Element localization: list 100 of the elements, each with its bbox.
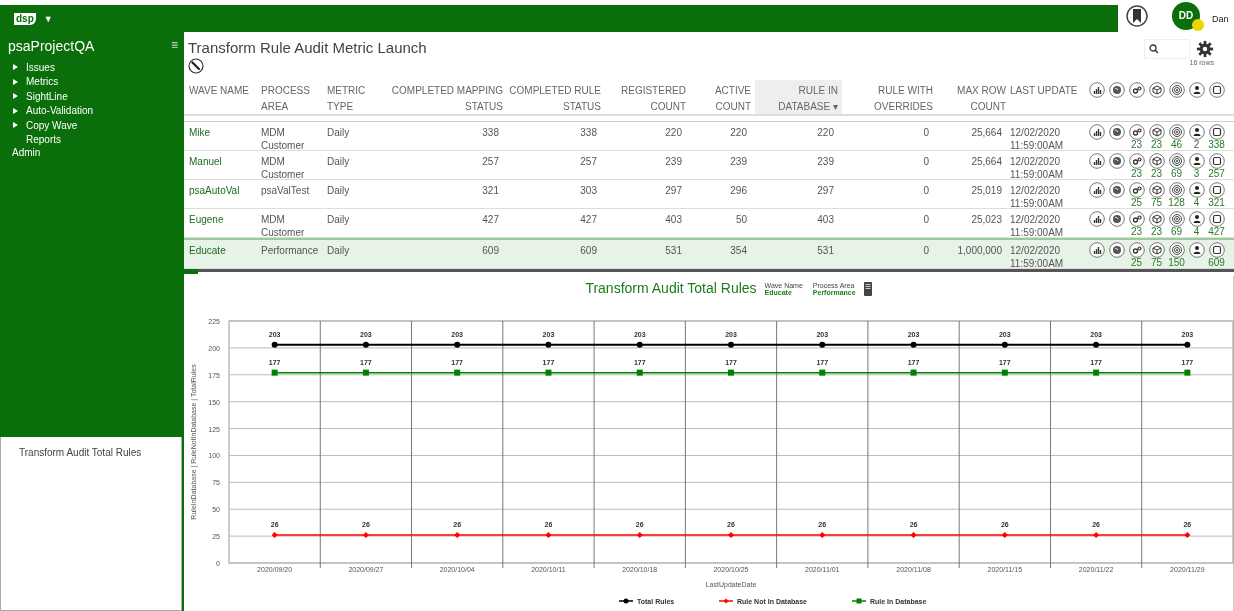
sidebar-item[interactable]: Admin (8, 147, 182, 159)
table-cell-text: Daily (327, 212, 351, 226)
wave-name-link[interactable]: Manuel (189, 150, 261, 168)
bar-chart-icon[interactable] (1088, 241, 1105, 258)
column-header[interactable]: REGISTERED COUNT (605, 79, 690, 115)
table-cell-text: 25,664 (970, 125, 1003, 139)
icon-count: 75 (1150, 257, 1163, 267)
table-cell-text: 220 (816, 125, 835, 139)
gears-icon[interactable] (1128, 123, 1145, 140)
column-header[interactable]: ACTIVE COUNT (690, 79, 755, 115)
cube-icon[interactable] (1148, 210, 1165, 227)
target-icon[interactable] (1168, 241, 1185, 258)
sidebar-item[interactable]: Reports (26, 134, 61, 146)
table-cell-text: 427 (481, 212, 500, 226)
target-icon[interactable] (1168, 152, 1185, 169)
icon-count: 23 (1130, 226, 1143, 236)
icon-count: 257 (1208, 168, 1225, 178)
data-point[interactable] (454, 341, 461, 348)
bar-chart-icon[interactable] (1088, 210, 1105, 227)
wave-name-link[interactable]: Eugene (189, 208, 261, 226)
person-icon[interactable] (1188, 152, 1205, 169)
chart-title: Transform Audit Total Rules (585, 280, 757, 296)
bar-chart-icon[interactable] (1088, 152, 1105, 169)
person-icon[interactable] (1188, 123, 1205, 140)
column-header[interactable]: METRIC TYPE (327, 79, 387, 115)
data-point[interactable] (1093, 341, 1100, 348)
target-icon[interactable] (1168, 210, 1185, 227)
legend-marker-icon (718, 598, 734, 604)
gears-icon[interactable] (1128, 210, 1145, 227)
menu-toggle[interactable]: ≡ (171, 38, 178, 54)
table-row[interactable]: Eugene MDM Customer Daily 427 427 403 50 403 0 25,023 12/02/2020 11:59:00AM 23 23 69 4 427 (184, 208, 1234, 238)
column-header[interactable]: MAX ROW COUNT (937, 79, 1010, 115)
data-point[interactable] (910, 341, 917, 348)
table-cell-text: 297 (816, 183, 835, 197)
column-header[interactable]: LAST UPDATE (1010, 79, 1088, 99)
data-point[interactable] (636, 341, 643, 348)
icon-count: 75 (1150, 197, 1163, 207)
table-cell-text: 239 (729, 154, 748, 168)
cube-icon[interactable] (1148, 241, 1165, 258)
table-cell-text: 12/02/2020 11:59:00AM (1010, 243, 1065, 270)
gears-icon[interactable] (1128, 152, 1145, 169)
sidebar-item[interactable]: Copy Wave (26, 119, 78, 131)
bar-chart-icon[interactable] (1088, 81, 1105, 98)
data-point[interactable] (1184, 341, 1191, 348)
bookmark-icon[interactable] (1126, 4, 1148, 27)
person-icon[interactable] (1188, 181, 1205, 198)
target-icon[interactable] (1168, 81, 1185, 98)
splitter-handle[interactable] (184, 268, 198, 274)
search-field[interactable] (1144, 39, 1190, 59)
column-header[interactable]: PROCESS AREA (261, 79, 327, 115)
column-header[interactable]: RULE WITH OVERRIDES (842, 79, 937, 115)
wave-name-link[interactable]: psaAutoVal (189, 179, 261, 197)
table-row[interactable]: Manuel MDM Customer Daily 257 257 239 239 239 0 25,664 12/02/2020 11:59:00AM 23 23 69 3 257 (184, 150, 1234, 180)
app-menu-caret[interactable]: ▼ (43, 13, 53, 24)
logo[interactable]: dsp (14, 12, 36, 25)
sidebar-item[interactable]: SightLine (26, 90, 68, 102)
icon-count: 23 (1150, 168, 1163, 178)
column-header[interactable]: WAVE NAME (189, 79, 261, 99)
cube-icon[interactable] (1148, 81, 1165, 98)
cube-icon[interactable] (1148, 123, 1165, 140)
person-icon[interactable] (1188, 210, 1205, 227)
cube-icon[interactable] (1148, 152, 1165, 169)
table-cell-text: 25,664 (970, 154, 1003, 168)
table-row[interactable]: Mike MDM Customer Daily 338 338 220 220 220 0 25,664 12/02/2020 11:59:00AM 23 23 46 2 338 (184, 121, 1234, 151)
data-point[interactable] (728, 341, 734, 348)
data-point[interactable] (362, 341, 369, 348)
cube-icon[interactable] (1148, 181, 1165, 198)
person-icon[interactable] (1188, 81, 1205, 98)
data-point[interactable] (545, 341, 552, 348)
wave-name-link[interactable]: Educate (189, 239, 261, 257)
sidebar-item[interactable]: Auto-Validation (26, 105, 94, 117)
column-header[interactable]: COMPLETED RULE STATUS (507, 79, 605, 115)
target-icon[interactable] (1168, 123, 1185, 140)
icon-count: 427 (1208, 226, 1225, 236)
table-cell-text: 609 (481, 243, 500, 257)
column-header[interactable]: RULE IN DATABASE ▾ (755, 79, 842, 114)
report-link[interactable]: Transform Audit Total Rules (19, 447, 142, 458)
icon-count: 128 (1168, 197, 1185, 207)
sidebar-item[interactable]: Metrics (26, 76, 59, 88)
person-icon[interactable] (1188, 241, 1205, 258)
table-row[interactable]: Educate Performance Daily 609 609 531 354 531 0 1,000,000 12/02/2020 11:59:00AM 25 75 150 609 (184, 237, 1234, 269)
device-icon[interactable] (863, 282, 872, 296)
icon-count: 321 (1208, 197, 1225, 207)
table-row[interactable]: psaAutoVal psaValTest Daily 321 303 297 296 297 0 25,019 12/02/2020 11:59:00AM 25 75 128 4 321 (184, 179, 1234, 209)
settings-icon[interactable] (1196, 40, 1214, 58)
gears-icon[interactable] (1128, 181, 1145, 198)
table-cell-text: 239 (816, 154, 835, 168)
user-name[interactable]: Dan (1212, 13, 1229, 24)
bar-chart-icon[interactable] (1088, 181, 1105, 198)
bar-chart-icon[interactable] (1088, 123, 1105, 140)
sidebar-item[interactable]: Issues (26, 61, 55, 73)
gears-icon[interactable] (1128, 241, 1145, 258)
data-point[interactable] (271, 341, 278, 348)
gears-icon[interactable] (1128, 81, 1145, 98)
data-point[interactable] (819, 341, 826, 348)
table-cell-text: 257 (481, 154, 500, 168)
wave-name-link[interactable]: Mike (189, 121, 261, 139)
column-header[interactable]: COMPLETED MAPPING STATUS (387, 79, 507, 115)
target-icon[interactable] (1168, 181, 1185, 198)
data-point[interactable] (1001, 341, 1008, 348)
